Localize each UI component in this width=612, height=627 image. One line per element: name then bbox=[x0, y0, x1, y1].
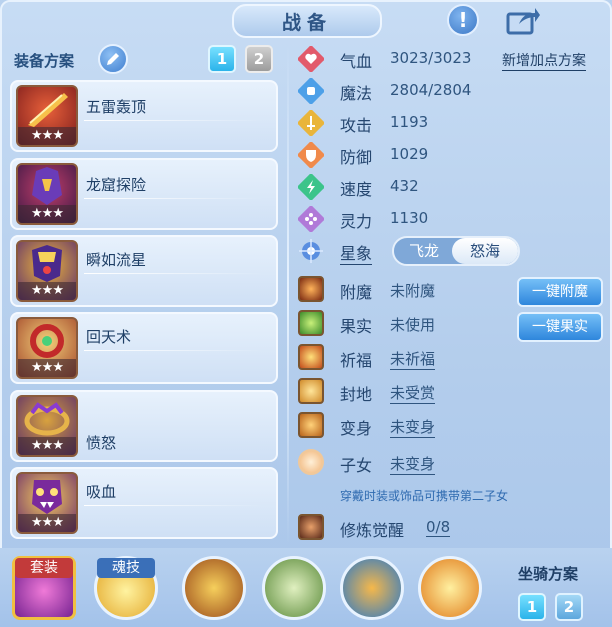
stat-spirit: 灵力 1130 bbox=[296, 204, 498, 234]
toggle-option-feilong[interactable]: 飞龙 bbox=[394, 238, 454, 264]
edit-pencil-icon[interactable] bbox=[98, 44, 128, 74]
star-rating: ★★★ bbox=[18, 282, 76, 300]
enchant-icon bbox=[298, 276, 324, 302]
stat-attack: 攻击 1193 bbox=[296, 108, 498, 138]
divider bbox=[84, 198, 264, 199]
outfit-label: 套装 bbox=[15, 558, 73, 578]
red-ring-icon: ★★★ bbox=[16, 317, 78, 379]
star-sign-icon bbox=[298, 238, 324, 264]
panel-divider bbox=[287, 44, 289, 544]
page-title: 战备 bbox=[232, 4, 382, 38]
equipment-slot-6[interactable]: ★★★ 吸血 bbox=[10, 467, 278, 539]
stat-speed: 速度 432 bbox=[296, 172, 498, 202]
attr-cultivation: 修炼觉醒 0/8 bbox=[298, 514, 508, 544]
star-rating: ★★★ bbox=[18, 514, 76, 532]
star-sign-label[interactable]: 星象 bbox=[340, 240, 373, 265]
stat-hp: 气血 3023/3023 bbox=[296, 44, 498, 74]
purple-armor-icon: ★★★ bbox=[16, 163, 78, 225]
mount-tab-2[interactable]: 2 bbox=[555, 593, 583, 621]
attr-fruit: 果实 未使用 bbox=[298, 310, 508, 340]
divider bbox=[84, 273, 264, 274]
mana-icon bbox=[296, 76, 326, 106]
equipment-slot-1[interactable]: ★★★ 五雷轰顶 bbox=[10, 80, 278, 152]
star-rating: ★★★ bbox=[18, 437, 76, 455]
red-blade-icon: ★★★ bbox=[16, 85, 78, 147]
attr-enchant: 附魔 未附魔 bbox=[298, 276, 508, 306]
plan-tab-2[interactable]: 2 bbox=[245, 45, 273, 73]
equipment-name: 愤怒 bbox=[86, 434, 117, 452]
blessing-icon bbox=[298, 344, 324, 370]
gold-armor-icon: ★★★ bbox=[16, 240, 78, 302]
attr-blessing: 祈福 未祈福 bbox=[298, 344, 508, 374]
soul-skill-label: 魂技 bbox=[97, 558, 155, 578]
child-icon bbox=[298, 449, 324, 475]
shield-icon bbox=[296, 140, 326, 170]
divider bbox=[84, 120, 264, 121]
stat-mp: 魔法 2804/2804 bbox=[296, 76, 498, 106]
cultivation-icon bbox=[298, 514, 324, 540]
divider bbox=[84, 350, 264, 351]
dash-skill-icon[interactable] bbox=[418, 556, 482, 620]
toggle-option-nuhai[interactable]: 怒海 bbox=[452, 238, 518, 264]
equipment-slot-5[interactable]: ★★★ 愤怒 bbox=[10, 390, 278, 462]
share-icon[interactable] bbox=[505, 4, 541, 36]
attr-transform: 变身 未变身 bbox=[298, 412, 508, 442]
divider bbox=[84, 505, 264, 506]
equipment-name: 吸血 bbox=[86, 483, 117, 501]
heart-icon bbox=[296, 44, 326, 74]
exclamation-icon[interactable]: ! bbox=[447, 4, 479, 36]
fist-skill-icon[interactable] bbox=[182, 556, 246, 620]
equipment-name: 回天术 bbox=[86, 328, 132, 346]
plan-tab-1[interactable]: 1 bbox=[208, 45, 236, 73]
equipment-name: 五雷轰顶 bbox=[86, 98, 147, 116]
attr-child: 子女 未变身 bbox=[298, 449, 508, 479]
one-key-enchant-button[interactable]: 一键附魔 bbox=[517, 277, 603, 307]
mount-tab-1[interactable]: 1 bbox=[518, 593, 546, 621]
equipment-slot-2[interactable]: ★★★ 龙窟探险 bbox=[10, 158, 278, 230]
sword-skill-icon[interactable] bbox=[262, 556, 326, 620]
spirit-icon bbox=[296, 204, 326, 234]
equipment-plan-label: 装备方案 bbox=[14, 52, 75, 70]
equipment-slot-3[interactable]: ★★★ 瞬如流星 bbox=[10, 235, 278, 307]
mount-plan-label: 坐骑方案 bbox=[518, 565, 579, 583]
child-hint-text: 穿戴时装或饰品可携带第二子女 bbox=[340, 489, 509, 503]
fief-icon bbox=[298, 378, 324, 404]
crown-ring-icon: ★★★ bbox=[16, 395, 78, 457]
equipment-name: 龙窟探险 bbox=[86, 176, 147, 194]
star-rating: ★★★ bbox=[18, 359, 76, 377]
equipment-slot-4[interactable]: ★★★ 回天术 bbox=[10, 312, 278, 384]
star-rating: ★★★ bbox=[18, 205, 76, 223]
star-sign-toggle[interactable]: 飞龙 怒海 bbox=[392, 236, 520, 266]
wave-skill-icon[interactable] bbox=[340, 556, 404, 620]
one-key-fruit-button[interactable]: 一键果实 bbox=[517, 312, 603, 342]
speed-icon bbox=[296, 172, 326, 202]
attr-fief: 封地 未受赏 bbox=[298, 378, 508, 408]
equipment-name: 瞬如流星 bbox=[86, 251, 147, 269]
sword-icon bbox=[296, 108, 326, 138]
star-rating: ★★★ bbox=[18, 127, 76, 145]
transform-icon bbox=[298, 412, 324, 438]
add-points-plan-link[interactable]: 新增加点方案 bbox=[502, 50, 586, 71]
stat-defense: 防御 1029 bbox=[296, 140, 498, 170]
fruit-icon bbox=[298, 310, 324, 336]
fanged-mask-icon: ★★★ bbox=[16, 472, 78, 534]
